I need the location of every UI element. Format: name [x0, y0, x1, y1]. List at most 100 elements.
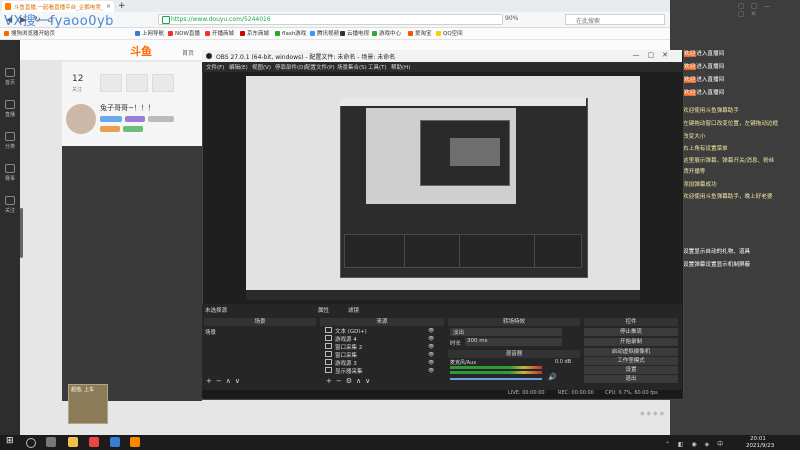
source-item[interactable]: 游戏源 3	[325, 359, 357, 367]
new-tab-icon[interactable]: +	[118, 1, 126, 11]
settings-button[interactable]: 设置	[584, 366, 678, 374]
clock-date[interactable]: 2021/9/23	[746, 443, 774, 449]
bookmark-item[interactable]: 腾讯视频	[310, 29, 339, 37]
douyu-logo[interactable]: 斗鱼	[130, 43, 152, 59]
scene-item[interactable]: 场景	[205, 328, 216, 336]
controls-panel-title: 控件	[584, 318, 678, 326]
filters-button[interactable]: 滤镜	[348, 306, 359, 314]
recursive-panel	[404, 234, 461, 268]
windows-start-icon[interactable]: ⊞	[6, 436, 16, 446]
zoom-level[interactable]: 90%	[505, 15, 518, 22]
chat-system-message: 添加弹幕成功	[683, 182, 717, 188]
recursive-preview-titlebar	[340, 98, 586, 106]
source-list-buttons[interactable]: +−⚙∧∨	[326, 377, 374, 385]
source-item[interactable]: 窗口采集	[325, 351, 357, 359]
leftnav-item[interactable]: 直播	[0, 100, 20, 118]
studio-mode-button[interactable]: 工作室模式	[584, 357, 678, 365]
system-tray-icons[interactable]: ⌃ ◧ ◉ ◈ 中	[665, 439, 726, 448]
stat-box[interactable]	[126, 74, 148, 92]
bookmark-item[interactable]: 云播电视	[340, 29, 369, 37]
menu-file[interactable]: 文件(F)	[206, 63, 224, 71]
transitions-panel-title: 转场特效	[448, 318, 580, 326]
clock-time[interactable]: 20:01	[750, 436, 766, 442]
volume-slider[interactable]	[450, 378, 542, 380]
douyu-home-link[interactable]: 首页	[182, 48, 194, 57]
anchor-avatar[interactable]	[66, 104, 96, 134]
bookmark-item[interactable]: flash游戏	[275, 29, 306, 37]
anchor-name: 兔子哥哥~！！！	[100, 104, 155, 112]
tag-badge	[100, 126, 120, 132]
scene-list-buttons[interactable]: +−∧∨	[206, 377, 244, 385]
browser-taskbar-icon[interactable]	[110, 437, 120, 447]
chat-window-controls[interactable]: ▢▢—▢✕	[738, 2, 800, 18]
bookmark-item[interactable]: 开播商城	[205, 29, 234, 37]
level-badge	[100, 116, 122, 122]
source-visibility-icons[interactable]: 👁 👁 👁 👁 👁 👁	[428, 327, 434, 375]
exit-button[interactable]: 退出	[584, 375, 678, 383]
scenes-panel-title: 场景	[204, 318, 316, 326]
source-item[interactable]: 文本 (GDI+)	[325, 327, 367, 335]
transition-select[interactable]: 淡出	[450, 328, 562, 336]
leftnav-item[interactable]: 赛事	[0, 164, 20, 182]
chat-message: 欢迎进入直播间	[683, 51, 725, 57]
menu-profile[interactable]: 配置文件(P)	[305, 63, 335, 71]
chat-message: 欢迎进入直播间	[683, 64, 725, 70]
task-view-icon[interactable]	[46, 437, 56, 447]
bookmark-item[interactable]: 京东商城	[240, 29, 269, 37]
recursive-preview-4	[450, 138, 500, 166]
address-bar[interactable]: https://www.douyu.com/5244016	[158, 14, 503, 25]
stop-streaming-button[interactable]: 停止推流	[584, 328, 678, 336]
leftnav-item[interactable]: 关注	[0, 196, 20, 214]
app-icon[interactable]	[89, 437, 99, 447]
search-icon[interactable]	[26, 438, 36, 448]
start-recording-button[interactable]: 开始录制	[584, 338, 678, 346]
stat-box[interactable]	[152, 74, 174, 92]
live-status: LIVE: 00:00:00	[508, 390, 545, 396]
obs-window-controls[interactable]: —▢✕	[633, 51, 676, 59]
menu-view[interactable]: 视图(V)	[252, 63, 271, 71]
watermark-text: VX搜一fyaoo0yb	[4, 14, 114, 29]
chat-system-message: 牌开播等	[683, 169, 706, 175]
app-icon[interactable]	[130, 437, 140, 447]
leftnav-item[interactable]: 首页	[0, 68, 20, 86]
sources-panel-title: 来源	[320, 318, 444, 326]
duration-field[interactable]: 300 ms	[465, 338, 562, 346]
virtual-camera-button[interactable]: 启动虚拟摄像机	[584, 348, 678, 356]
chat-notice: 设置显示自动的礼物、道具	[683, 249, 751, 255]
recursive-panel	[344, 234, 406, 268]
bookmark-item[interactable]: 游戏中心	[372, 29, 401, 37]
source-item[interactable]: 游戏源 4	[325, 335, 357, 343]
chat-system-message: 这里展示弹幕，弹幕开关/消息、粉丝	[683, 158, 775, 164]
properties-button[interactable]: 属性	[318, 306, 329, 314]
recursive-panel	[459, 234, 536, 268]
obs-menu-bar: 文件(F) 编辑(E) 视图(V) 停靠部件(D) 配置文件(P) 场景集合(S…	[202, 62, 682, 72]
mixer-panel-title: 混音器	[448, 350, 580, 358]
leftnav-item[interactable]: 分类	[0, 132, 20, 150]
obs-logo-icon	[206, 53, 212, 59]
chat-system-message: 欢迎使用斗鱼弹幕助手，晚上好老婆	[683, 194, 773, 200]
bookmark-item[interactable]: 上网导航	[135, 29, 164, 37]
follow-label: 关注	[72, 87, 83, 93]
menu-tools[interactable]: 工具(T)	[368, 63, 387, 71]
bookmark-item[interactable]: NOW直播	[168, 29, 200, 37]
menu-help[interactable]: 帮助(H)	[391, 63, 410, 71]
address-url: https://www.douyu.com/5244016	[171, 16, 271, 23]
chat-notice: 设置弹幕设置显示机制屏蔽	[683, 262, 751, 268]
source-item[interactable]: 窗口采集 2	[325, 343, 362, 351]
menu-edit[interactable]: 编辑(E)	[229, 63, 248, 71]
bookmark-item[interactable]: 爱淘宝	[408, 29, 432, 37]
close-tab-icon[interactable]: ×	[106, 3, 111, 10]
gift-label: 超值, 上车	[71, 387, 95, 393]
speaker-icon[interactable]: 🔊	[548, 373, 557, 381]
stat-box[interactable]	[100, 74, 122, 92]
chat-tool-icons[interactable]: ◆ ◆ ◆ ◆	[640, 410, 664, 417]
bookmark-item[interactable]: 搜狗浏览器开始页	[4, 29, 55, 37]
page-scrollbar[interactable]	[20, 208, 23, 258]
source-item[interactable]: 显示器采集	[325, 367, 363, 375]
menu-docks[interactable]: 停靠部件(D)	[275, 63, 306, 71]
explorer-icon[interactable]	[68, 437, 78, 447]
bookmark-item[interactable]: QQ空间	[436, 29, 463, 37]
menu-scene-collection[interactable]: 场景集合(S)	[337, 63, 367, 71]
search-box[interactable]: 在此搜索	[565, 14, 665, 25]
stream-player[interactable]	[62, 146, 202, 401]
